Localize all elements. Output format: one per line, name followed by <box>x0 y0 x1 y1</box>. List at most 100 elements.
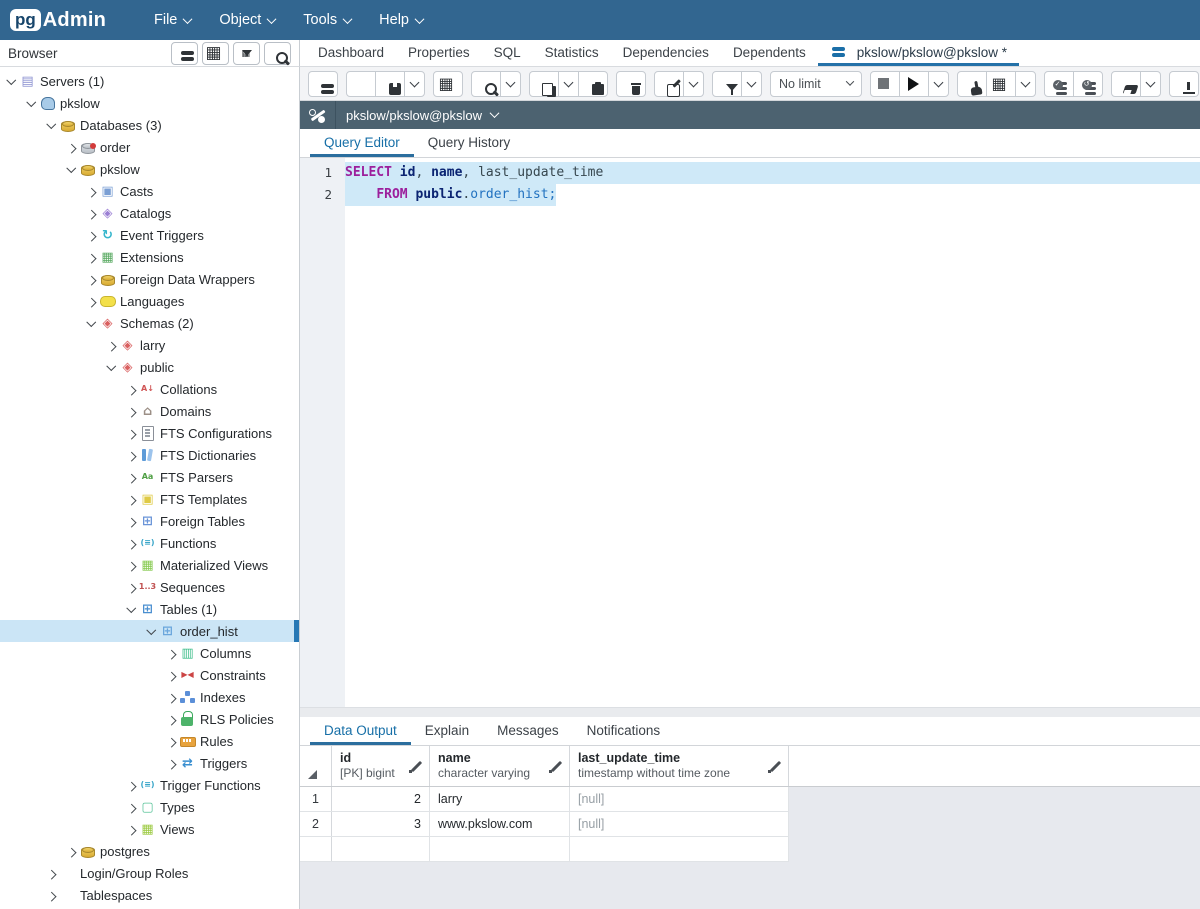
chevron-right-icon[interactable] <box>164 646 179 661</box>
tree-item-types[interactable]: ▢Types <box>0 796 299 818</box>
edit-options-button[interactable] <box>683 71 704 97</box>
tree-item-columns[interactable]: ▥Columns <box>0 642 299 664</box>
filter-options-button[interactable] <box>741 71 762 97</box>
tree-item-order[interactable]: order <box>0 136 299 158</box>
execute-button[interactable] <box>899 71 929 97</box>
sql-editor[interactable]: 1SELECT id, name, last_update_time2 FROM… <box>300 158 1200 707</box>
chevron-right-icon[interactable] <box>124 778 139 793</box>
chevron-down-icon[interactable] <box>144 624 159 639</box>
chevron-right-icon[interactable] <box>124 822 139 837</box>
view-data-button[interactable] <box>986 71 1016 97</box>
chevron-right-icon[interactable] <box>164 668 179 683</box>
object-browser-tree[interactable]: ▤Servers (1)pkslowDatabases (3)orderpksl… <box>0 67 300 909</box>
tree-item-public[interactable]: ◈public <box>0 356 299 378</box>
cell-last-update-time[interactable] <box>570 837 789 861</box>
chevron-right-icon[interactable] <box>164 712 179 727</box>
tree-item-schemas-2[interactable]: ◈Schemas (2) <box>0 312 299 334</box>
chevron-down-icon[interactable] <box>104 360 119 375</box>
chevron-right-icon[interactable] <box>124 448 139 463</box>
tab-explain[interactable]: Explain <box>411 716 483 745</box>
tree-item-servers-1[interactable]: ▤Servers (1) <box>0 70 299 92</box>
cell-last-update-time[interactable]: [null] <box>570 812 789 836</box>
tab-statistics[interactable]: Statistics <box>533 39 611 66</box>
tab-properties[interactable]: Properties <box>396 39 482 66</box>
tree-item-triggers[interactable]: ⇄Triggers <box>0 752 299 774</box>
tree-item-fts-templates[interactable]: ▣FTS Templates <box>0 488 299 510</box>
tab-pkslow-pkslow-pkslow[interactable]: pkslow/pkslow@pkslow * <box>818 39 1019 66</box>
find-options-button[interactable] <box>500 71 521 97</box>
chevron-right-icon[interactable] <box>64 844 79 859</box>
edit-button[interactable] <box>654 71 684 97</box>
connection-button[interactable] <box>308 71 338 97</box>
chevron-down-icon[interactable] <box>124 602 139 617</box>
tree-item-foreign-data-wrappers[interactable]: Foreign Data Wrappers <box>0 268 299 290</box>
column-header-id[interactable]: id[PK] bigint <box>332 746 430 786</box>
tree-item-indexes[interactable]: Indexes <box>0 686 299 708</box>
row-number-cell[interactable] <box>300 837 332 861</box>
tab-sql[interactable]: SQL <box>482 39 533 66</box>
tree-item-pkslow[interactable]: pkslow <box>0 158 299 180</box>
tab-dashboard[interactable]: Dashboard <box>306 39 396 66</box>
tab-dependencies[interactable]: Dependencies <box>611 39 721 66</box>
tree-item-functions[interactable]: (≡)Functions <box>0 532 299 554</box>
tree-item-rules[interactable]: Rules <box>0 730 299 752</box>
chevron-down-icon[interactable] <box>64 162 79 177</box>
tree-item-sequences[interactable]: 1..3Sequences <box>0 576 299 598</box>
tree-item-views[interactable]: ▦Views <box>0 818 299 840</box>
tree-item-databases-3[interactable]: Databases (3) <box>0 114 299 136</box>
chevron-down-icon[interactable] <box>4 74 19 89</box>
chevron-right-icon[interactable] <box>124 800 139 815</box>
row-number-cell[interactable]: 2 <box>300 812 332 836</box>
cell-name[interactable] <box>430 837 570 861</box>
tab-dependents[interactable]: Dependents <box>721 39 818 66</box>
filtergrid-button[interactable] <box>233 42 260 65</box>
tree-item-rls-policies[interactable]: RLS Policies <box>0 708 299 730</box>
menu-object[interactable]: Object <box>205 0 289 40</box>
cell-id[interactable]: 3 <box>332 812 430 836</box>
edit-pencil-icon[interactable] <box>550 760 563 773</box>
tree-item-extensions[interactable]: ▦Extensions <box>0 246 299 268</box>
execute-options-button[interactable] <box>928 71 949 97</box>
tree-item-tablespaces[interactable]: Tablespaces <box>0 884 299 906</box>
chevron-right-icon[interactable] <box>44 888 59 903</box>
tree-item-order-hist[interactable]: ⊞order_hist <box>0 620 299 642</box>
cell-last-update-time[interactable]: [null] <box>570 787 789 811</box>
chevron-right-icon[interactable] <box>84 250 99 265</box>
chevron-right-icon[interactable] <box>124 426 139 441</box>
chevron-right-icon[interactable] <box>104 338 119 353</box>
chevron-right-icon[interactable] <box>84 184 99 199</box>
clear-button[interactable] <box>1111 71 1141 97</box>
tree-item-collations[interactable]: A↓Collations <box>0 378 299 400</box>
find-button[interactable] <box>264 42 291 65</box>
edit-grid-button[interactable] <box>433 71 463 97</box>
tab-query-history[interactable]: Query History <box>414 128 525 157</box>
tree-item-catalogs[interactable]: ◈Catalogs <box>0 202 299 224</box>
tree-item-postgres[interactable]: postgres <box>0 840 299 862</box>
chevron-right-icon[interactable] <box>124 382 139 397</box>
cell-name[interactable]: larry <box>430 787 570 811</box>
rollback-button[interactable] <box>1073 71 1103 97</box>
tree-item-fts-dictionaries[interactable]: FTS Dictionaries <box>0 444 299 466</box>
chevron-down-icon[interactable] <box>84 316 99 331</box>
copy-options-button[interactable] <box>558 71 579 97</box>
chevron-right-icon[interactable] <box>124 404 139 419</box>
menu-file[interactable]: File <box>140 0 205 40</box>
chevron-right-icon[interactable] <box>124 536 139 551</box>
row-number-cell[interactable]: 1 <box>300 787 332 811</box>
tree-item-login-group-roles[interactable]: Login/Group Roles <box>0 862 299 884</box>
filter-button[interactable] <box>712 71 742 97</box>
clear-options-button[interactable] <box>1140 71 1161 97</box>
chevron-right-icon[interactable] <box>84 206 99 221</box>
tree-item-constraints[interactable]: ▶◀Constraints <box>0 664 299 686</box>
tree-item-domains[interactable]: ⌂Domains <box>0 400 299 422</box>
chevron-right-icon[interactable] <box>84 294 99 309</box>
edit-pencil-icon[interactable] <box>410 760 423 773</box>
tree-item-larry[interactable]: ◈larry <box>0 334 299 356</box>
tree-item-tables-1[interactable]: ⊞Tables (1) <box>0 598 299 620</box>
download-button[interactable] <box>1169 71 1199 97</box>
chevron-right-icon[interactable] <box>124 492 139 507</box>
column-header-last-update-time[interactable]: last_update_timetimestamp without time z… <box>570 746 789 786</box>
delete-row-button[interactable] <box>616 71 646 97</box>
tree-item-fts-configurations[interactable]: FTS Configurations <box>0 422 299 444</box>
chevron-right-icon[interactable] <box>44 866 59 881</box>
